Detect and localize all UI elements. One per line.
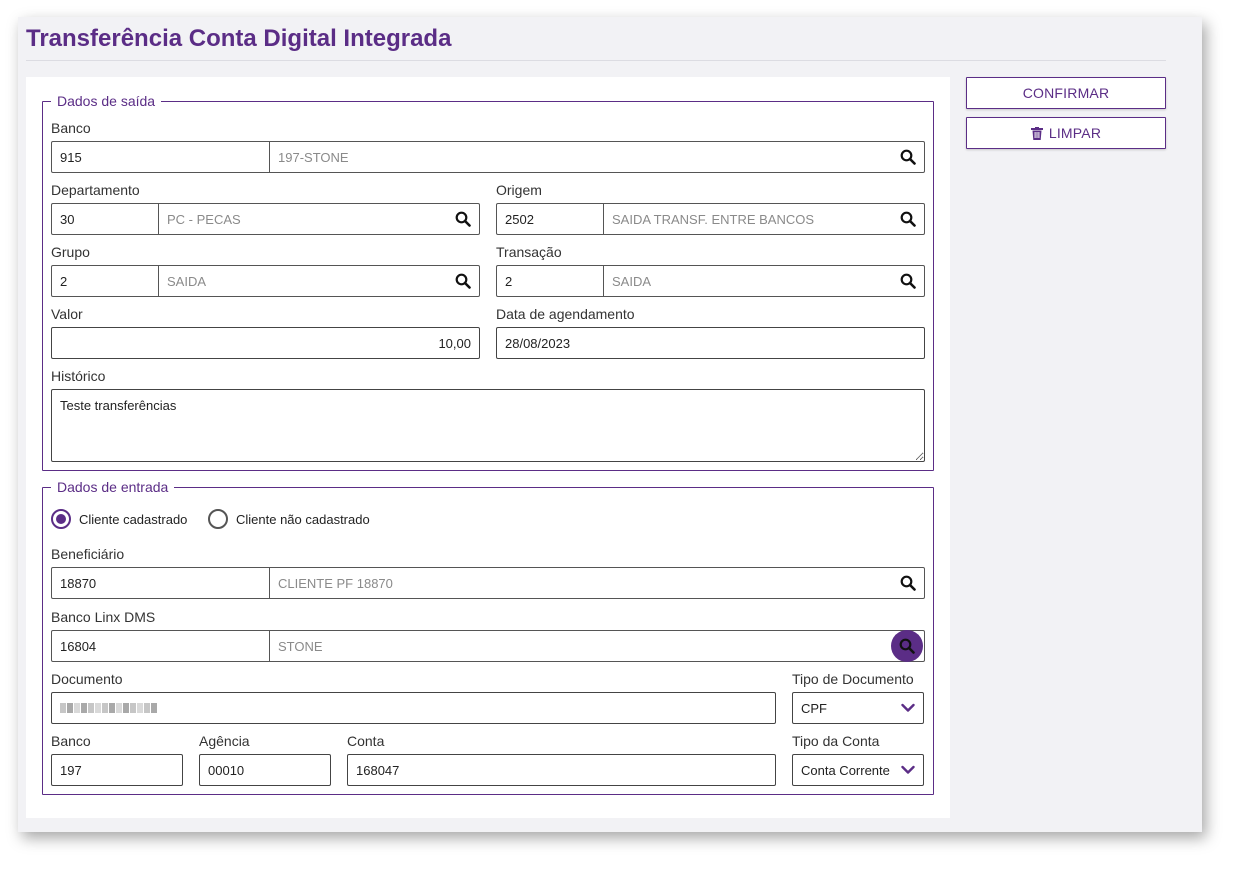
valor-label: Valor — [51, 306, 83, 322]
tipo-documento-select[interactable]: CPF — [792, 692, 924, 724]
clear-button-label: LIMPAR — [1048, 125, 1102, 141]
transacao-label: Transação — [496, 244, 562, 260]
banco-saida-lookup: 915 197-STONE — [51, 141, 925, 173]
search-icon — [900, 211, 916, 227]
departamento-search-button[interactable] — [447, 204, 479, 234]
historico-label: Histórico — [51, 368, 106, 384]
saida-legend: Dados de saída — [57, 93, 156, 109]
documento-label: Documento — [51, 671, 123, 687]
search-icon — [899, 638, 915, 654]
banco-linx-lookup: 16804 STONE — [51, 630, 925, 662]
origem-label: Origem — [496, 182, 542, 198]
clear-button[interactable]: LIMPAR — [966, 117, 1166, 149]
page-title: Transferência Conta Digital Integrada — [26, 25, 452, 52]
chevron-down-icon — [901, 765, 915, 775]
beneficiario-code-input[interactable]: 18870 — [52, 568, 270, 598]
banco-linx-code-input[interactable]: 16804 — [52, 631, 270, 661]
search-button-highlight — [891, 630, 923, 662]
documento-input[interactable] — [51, 692, 776, 724]
valor-input[interactable]: 10,00 — [51, 327, 480, 359]
beneficiario-lookup: 18870 CLIENTE PF 18870 — [51, 567, 925, 599]
search-icon — [900, 149, 916, 165]
transfer-window: Transferência Conta Digital Integrada Da… — [18, 17, 1202, 832]
tipo-conta-value: Conta Corrente — [801, 762, 890, 778]
search-icon — [455, 211, 471, 227]
grupo-search-button[interactable] — [447, 266, 479, 296]
departamento-label: Departamento — [51, 182, 140, 198]
form-panel: Dados de saída Banco 915 197-STONE Depar… — [26, 77, 950, 818]
radio-cliente-cadastrado[interactable]: Cliente cadastrado — [51, 509, 187, 529]
beneficiario-description: CLIENTE PF 18870 — [278, 575, 393, 591]
banco-entrada-input[interactable]: 197 — [51, 754, 183, 786]
origem-search-button[interactable] — [892, 204, 924, 234]
radio-cliente-cadastrado-label: Cliente cadastrado — [79, 511, 188, 527]
confirm-button[interactable]: CONFIRMAR — [966, 77, 1166, 109]
banco-entrada-label: Banco — [51, 733, 91, 749]
grupo-label: Grupo — [51, 244, 90, 260]
banco-linx-description: STONE — [278, 638, 323, 654]
grupo-lookup: 2 SAIDA — [51, 265, 480, 297]
banco-linx-label: Banco Linx DMS — [51, 609, 156, 625]
search-icon — [900, 273, 916, 289]
grupo-description: SAIDA — [167, 273, 207, 289]
search-icon — [455, 273, 471, 289]
transacao-search-button[interactable] — [892, 266, 924, 296]
beneficiario-label: Beneficiário — [51, 546, 125, 562]
departamento-description: PC - PECAS — [167, 211, 241, 227]
tipo-conta-select[interactable]: Conta Corrente — [792, 754, 924, 786]
data-agendamento-input[interactable]: 28/08/2023 — [496, 327, 925, 359]
banco-saida-description: 197-STONE — [278, 149, 349, 165]
agencia-label: Agência — [199, 733, 250, 749]
banco-saida-label: Banco — [51, 120, 91, 136]
radio-cliente-nao-cadastrado[interactable]: Cliente não cadastrado — [208, 509, 370, 529]
tipo-documento-label: Tipo de Documento — [792, 671, 914, 687]
data-agendamento-label: Data de agendamento — [496, 306, 635, 322]
beneficiario-search-button[interactable] — [892, 568, 924, 598]
origem-description: SAIDA TRANSF. ENTRE BANCOS — [612, 211, 815, 227]
chevron-down-icon — [901, 703, 915, 713]
redacted-document-number — [60, 703, 157, 713]
title-divider — [26, 60, 1166, 61]
radio-unselected-indicator — [208, 509, 228, 529]
confirm-button-label: CONFIRMAR — [1022, 85, 1110, 101]
transacao-description: SAIDA — [612, 273, 652, 289]
origem-code-input[interactable]: 2502 — [497, 204, 604, 234]
radio-cliente-nao-cadastrado-label: Cliente não cadastrado — [236, 511, 370, 527]
radio-selected-indicator — [51, 509, 71, 529]
historico-textarea[interactable]: Teste transferências — [51, 389, 925, 462]
conta-label: Conta — [347, 733, 385, 749]
tipo-conta-label: Tipo da Conta — [792, 733, 880, 749]
conta-input[interactable]: 168047 — [347, 754, 776, 786]
transacao-code-input[interactable]: 2 — [497, 266, 604, 296]
search-icon — [900, 575, 916, 591]
banco-linx-search-button[interactable] — [890, 630, 924, 662]
grupo-code-input[interactable]: 2 — [52, 266, 159, 296]
departamento-code-input[interactable]: 30 — [52, 204, 159, 234]
transacao-lookup: 2 SAIDA — [496, 265, 925, 297]
departamento-lookup: 30 PC - PECAS — [51, 203, 480, 235]
tipo-documento-value: CPF — [801, 700, 827, 716]
banco-saida-search-button[interactable] — [892, 142, 924, 172]
entrada-legend: Dados de entrada — [57, 479, 169, 495]
agencia-input[interactable]: 00010 — [199, 754, 331, 786]
origem-lookup: 2502 SAIDA TRANSF. ENTRE BANCOS — [496, 203, 925, 235]
banco-saida-code-input[interactable]: 915 — [52, 142, 270, 172]
trash-icon — [1030, 126, 1043, 140]
